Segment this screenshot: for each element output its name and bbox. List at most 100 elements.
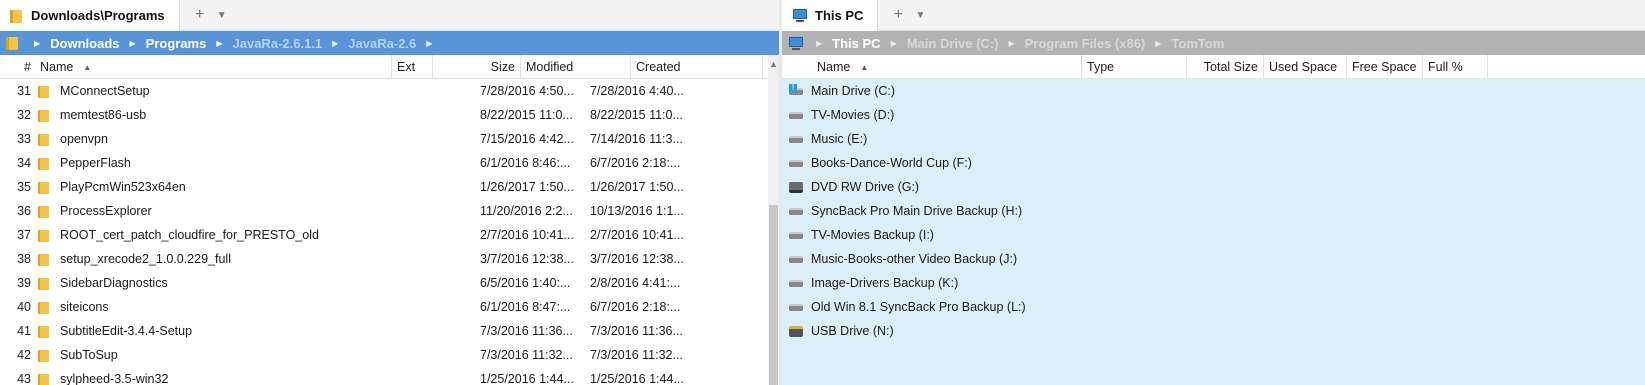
column-total-size[interactable]: Total Size — [1187, 54, 1264, 79]
table-row[interactable]: 36 ProcessExplorer 11/20/2016 2:2... 10/13/… — [0, 199, 695, 223]
table-row[interactable]: 31 MConnectSetup 7/28/2016 4:50... 7/28/201… — [0, 79, 695, 103]
chevron-right-icon[interactable]: ▶ — [885, 39, 903, 48]
scrollbar-thumb[interactable] — [769, 205, 778, 385]
table-row[interactable]: 35 PlayPcmWin523x64en 1/26/2017 1:50... 1/2… — [0, 175, 695, 199]
tab-menu-button[interactable]: ▼ — [212, 0, 232, 30]
list-item[interactable]: DVD RW Drive (G:) — [782, 175, 1026, 199]
row-number: 42 — [17, 348, 31, 362]
created-date: 7/3/2016 11:32... — [590, 348, 683, 362]
table-row[interactable]: 41 SubtitleEdit-3.4.4-Setup 7/3/2016 11:36… — [0, 319, 695, 343]
windows-drive-icon — [788, 84, 804, 98]
file-list: 31 MConnectSetup 7/28/2016 4:50... 7/28/201… — [0, 79, 695, 385]
file-name: openvpn — [60, 132, 108, 146]
list-item[interactable]: Books-Dance-World Cup (F:) — [782, 151, 1026, 175]
header-spacer — [782, 55, 812, 79]
chevron-right-icon[interactable]: ▶ — [210, 39, 228, 48]
modified-date: 3/7/2016 12:38... — [480, 252, 574, 266]
drive-name: Music-Books-other Video Backup (J:) — [811, 252, 1018, 266]
created-date: 1/25/2016 1:44... — [590, 372, 684, 385]
list-item[interactable]: Music-Books-other Video Backup (J:) — [782, 247, 1026, 271]
breadcrumb-program-files[interactable]: Program Files (x86) — [1021, 36, 1150, 51]
table-row[interactable]: 32 memtest86-usb 8/22/2015 11:0... 8/22/201… — [0, 103, 695, 127]
file-name: MConnectSetup — [60, 84, 150, 98]
folder-icon[interactable] — [6, 35, 20, 51]
scroll-up-icon[interactable]: ▲ — [768, 59, 779, 69]
table-row[interactable]: 42 SubToSup 7/3/2016 11:32... 7/3/2016 11:3… — [0, 343, 695, 367]
chevron-right-icon[interactable]: ▶ — [1149, 39, 1167, 48]
column-type[interactable]: Type — [1082, 54, 1187, 79]
column-created[interactable]: Created — [631, 54, 763, 79]
table-row[interactable]: 38 setup_xrecode2_1.0.0.229_full 3/7/2016 … — [0, 247, 695, 271]
new-tab-button[interactable]: + — [188, 0, 212, 30]
list-item[interactable]: Old Win 8.1 SyncBack Pro Backup (L:) — [782, 295, 1026, 319]
modified-date: 6/1/2016 8:46:... — [480, 156, 571, 170]
table-row[interactable]: 37 ROOT_cert_patch_cloudfire_for_PRESTO_o… — [0, 223, 695, 247]
column-size[interactable]: Size — [433, 54, 521, 79]
list-item[interactable]: TV-Movies Backup (I:) — [782, 223, 1026, 247]
hard-drive-icon — [788, 156, 804, 170]
drive-name: SyncBack Pro Main Drive Backup (H:) — [811, 204, 1023, 218]
hard-drive-icon — [788, 204, 804, 218]
new-tab-button[interactable]: + — [886, 0, 910, 30]
row-number: 31 — [17, 84, 31, 98]
column-name[interactable]: Name ▲ — [35, 54, 392, 79]
tab-label: This PC — [815, 8, 864, 23]
folder-icon — [38, 301, 50, 314]
list-item[interactable]: TV-Movies (D:) — [782, 103, 1026, 127]
modified-date: 6/5/2016 1:40:... — [480, 276, 571, 290]
table-row[interactable]: 40 siteicons 6/1/2016 8:47:... 6/7/2016 2:1… — [0, 295, 695, 319]
breadcrumb-javara-2611[interactable]: JavaRa-2.6.1.1 — [229, 36, 327, 51]
breadcrumb-main-drive[interactable]: Main Drive (C:) — [903, 36, 1003, 51]
drive-name: Music (E:) — [811, 132, 868, 146]
breadcrumb-downloads[interactable]: Downloads — [46, 36, 123, 51]
vertical-scrollbar[interactable]: ▲ — [768, 55, 779, 385]
folder-icon — [38, 373, 50, 385]
row-number: 41 — [17, 324, 31, 338]
column-num[interactable]: # — [0, 55, 35, 79]
folder-icon — [10, 8, 24, 24]
chevron-right-icon[interactable]: ▶ — [326, 39, 344, 48]
list-item[interactable]: Image-Drivers Backup (K:) — [782, 271, 1026, 295]
chevron-right-icon[interactable]: ▶ — [1002, 39, 1020, 48]
table-row[interactable]: 39 SidebarDiagnostics 6/5/2016 1:40:... 2/8… — [0, 271, 695, 295]
tab-menu-button[interactable]: ▼ — [910, 0, 930, 30]
created-date: 7/14/2016 11:3... — [590, 132, 683, 146]
chevron-right-icon[interactable]: ▶ — [810, 39, 828, 48]
column-free-space[interactable]: Free Space — [1347, 54, 1423, 79]
modified-date: 2/7/2016 10:41... — [480, 228, 574, 242]
created-date: 7/3/2016 11:36... — [590, 324, 683, 338]
drive-list: Main Drive (C:) TV-Movies (D:) Music (E:… — [782, 79, 1026, 343]
created-date: 3/7/2016 12:38... — [590, 252, 684, 266]
list-item[interactable]: SyncBack Pro Main Drive Backup (H:) — [782, 199, 1026, 223]
chevron-right-icon[interactable]: ▶ — [124, 39, 142, 48]
file-name: ProcessExplorer — [60, 204, 152, 218]
breadcrumb-programs[interactable]: Programs — [142, 36, 211, 51]
left-pane: Downloads\Programs + ▼ ▶ Downloads ▶ Pro… — [0, 0, 779, 385]
column-modified[interactable]: Modified — [521, 54, 631, 79]
tab-this-pc[interactable]: This PC — [782, 0, 879, 31]
column-name[interactable]: Name ▲ — [812, 54, 1082, 79]
tab-downloads-programs[interactable]: Downloads\Programs — [0, 0, 180, 31]
table-row[interactable]: 34 PepperFlash 6/1/2016 8:46:... 6/7/2016 2… — [0, 151, 695, 175]
hard-drive-icon — [788, 228, 804, 242]
breadcrumb-tomtom[interactable]: TomTom — [1167, 36, 1228, 51]
list-item[interactable]: USB Drive (N:) — [782, 319, 1026, 343]
table-row[interactable]: 33 openvpn 7/15/2016 4:42... 7/14/2016 11:3… — [0, 127, 695, 151]
file-name: PepperFlash — [60, 156, 131, 170]
hard-drive-icon — [788, 276, 804, 290]
breadcrumb-this-pc[interactable]: This PC — [828, 36, 884, 51]
chevron-right-icon[interactable]: ▶ — [420, 39, 438, 48]
table-row[interactable]: 43 sylpheed-3.5-win32 1/25/2016 1:44... 1/2… — [0, 367, 695, 385]
column-full-percent[interactable]: Full % — [1423, 54, 1488, 79]
dvd-drive-icon — [788, 180, 804, 194]
column-ext[interactable]: Ext — [392, 54, 433, 79]
column-header: Name ▲ Type Total Size Used Space Free Sp… — [782, 54, 1645, 79]
list-item[interactable]: Main Drive (C:) — [782, 79, 1026, 103]
chevron-right-icon[interactable]: ▶ — [28, 39, 46, 48]
created-date: 8/22/2015 11:0... — [590, 108, 683, 122]
list-item[interactable]: Music (E:) — [782, 127, 1026, 151]
computer-icon[interactable] — [788, 36, 804, 50]
column-used-space[interactable]: Used Space — [1264, 54, 1347, 79]
sort-up-icon: ▲ — [83, 62, 92, 72]
breadcrumb-javara-26[interactable]: JavaRa-2.6 — [344, 36, 420, 51]
